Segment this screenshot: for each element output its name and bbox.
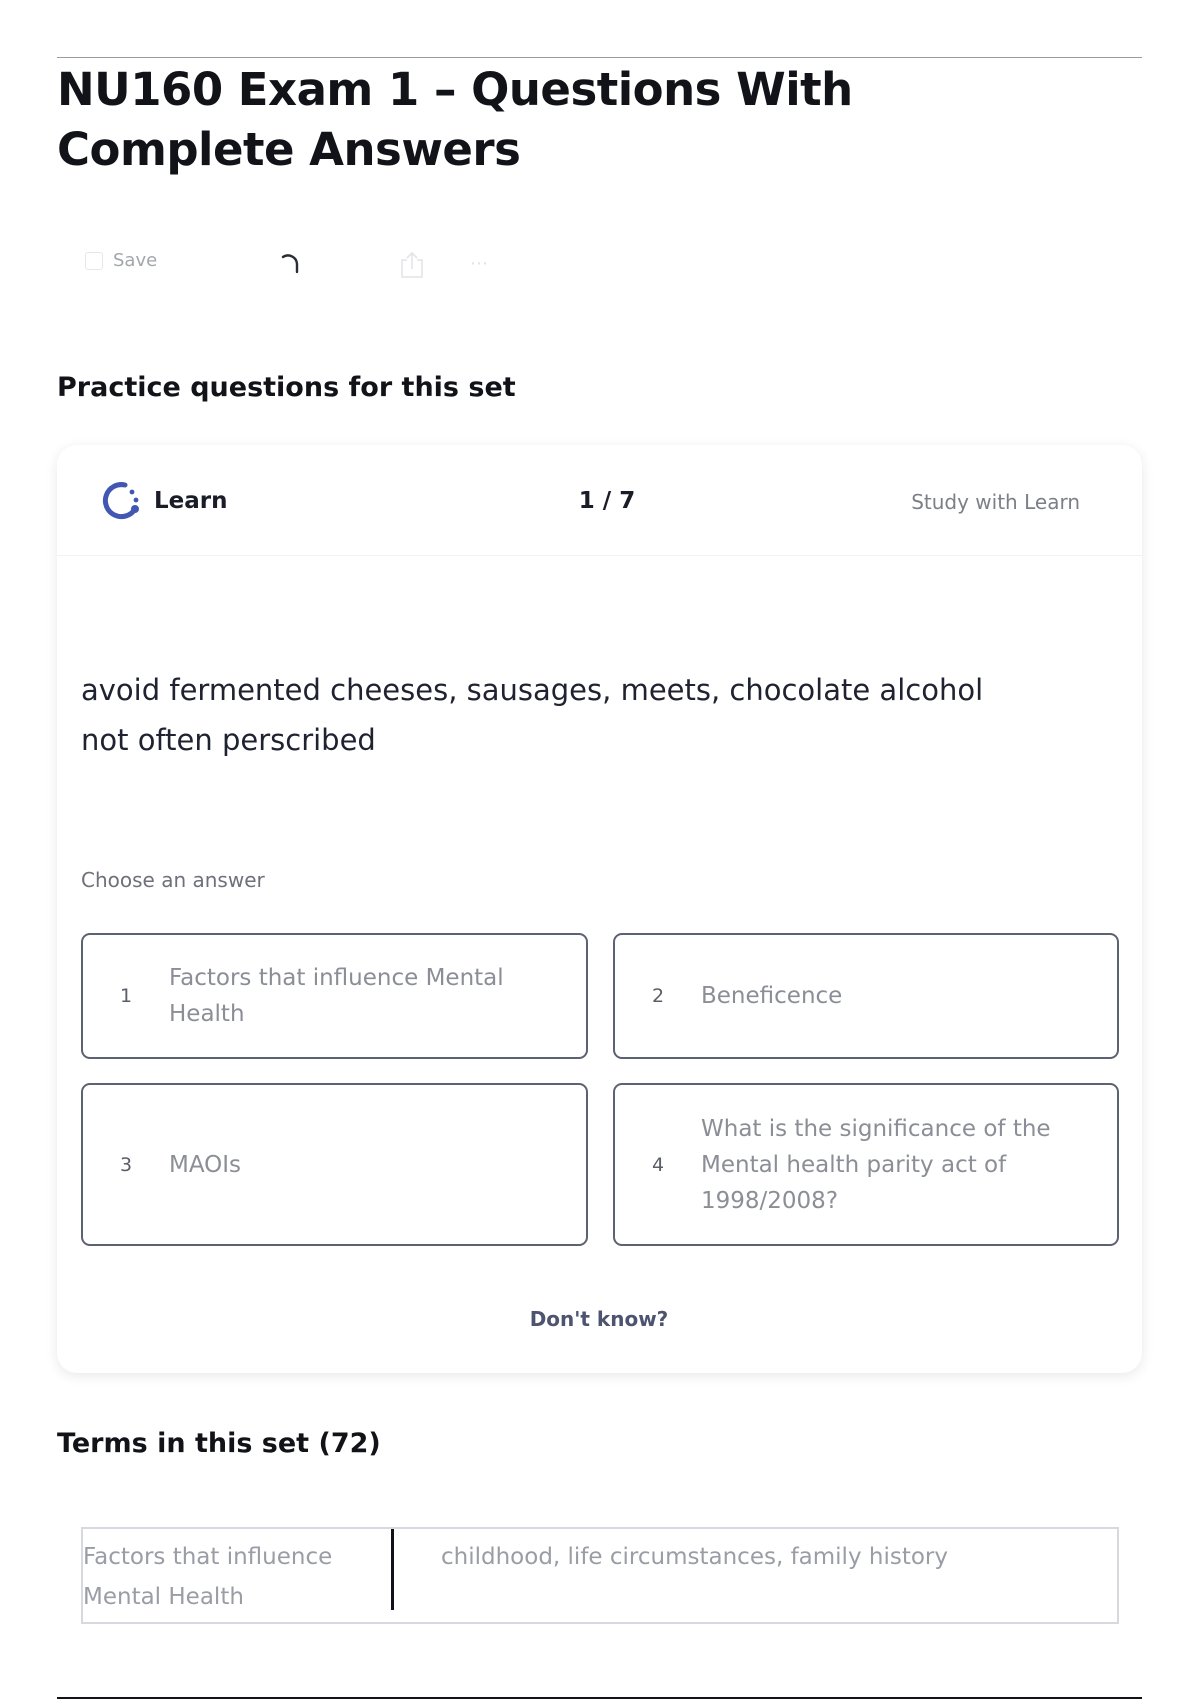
choose-answer-label: Choose an answer (81, 868, 265, 892)
answer-text: Beneficence (701, 983, 843, 1009)
save-label: Save (113, 250, 158, 271)
learn-logo-icon (102, 482, 139, 520)
practice-heading: Practice questions for this set (57, 372, 516, 403)
question-prompt: avoid fermented cheeses, sausages, meets… (81, 665, 1081, 765)
bottom-divider (57, 1697, 1142, 1699)
more-icon[interactable]: ⋯ (470, 253, 490, 274)
term-row: Factors that influence Mental Health chi… (81, 1527, 1119, 1624)
answer-number: 2 (651, 985, 665, 1007)
checkbox-icon (85, 251, 103, 270)
terms-heading: Terms in this set (72) (57, 1428, 381, 1459)
save-button[interactable]: Save (85, 250, 157, 271)
dont-know-button[interactable]: Don't know? (499, 1307, 699, 1331)
learn-card: Learn 1 / 7 Study with Learn avoid ferme… (57, 445, 1142, 1373)
answer-option-2[interactable]: 2 Beneficence (613, 933, 1119, 1059)
question-progress: 1 / 7 (578, 488, 636, 514)
term-word: Factors that influence Mental Health (83, 1544, 333, 1610)
answer-number: 3 (119, 1153, 133, 1176)
answer-option-1[interactable]: 1 Factors that influence Mental Health (81, 933, 588, 1059)
answer-text: Factors that influence Mental Health (169, 965, 504, 1027)
answer-option-4[interactable]: 4 What is the significance of the Mental… (613, 1083, 1119, 1246)
answer-text: What is the significance of the Mental h… (701, 1115, 1051, 1214)
share-icon[interactable] (398, 250, 426, 280)
answer-text: MAOIs (169, 1151, 242, 1178)
answer-option-3[interactable]: 3 MAOIs (81, 1083, 588, 1246)
answer-number: 1 (119, 985, 133, 1007)
loading-spinner-icon (281, 254, 299, 274)
page-title: NU160 Exam 1 – Questions With Complete A… (57, 63, 853, 176)
prompt-line: not often perscribed (81, 723, 376, 757)
term-divider (391, 1529, 394, 1610)
set-toolbar: Save ⋯ (85, 250, 535, 280)
prompt-line: avoid fermented cheeses, sausages, meets… (81, 673, 984, 707)
learn-card-header: Learn 1 / 7 Study with Learn (57, 445, 1142, 556)
study-with-learn-link[interactable]: Study with Learn (911, 490, 1080, 514)
top-divider (57, 57, 1142, 58)
learn-mode-label: Learn (154, 488, 228, 514)
answer-number: 4 (651, 1153, 665, 1176)
term-definition: childhood, life circumstances, family hi… (441, 1544, 948, 1570)
